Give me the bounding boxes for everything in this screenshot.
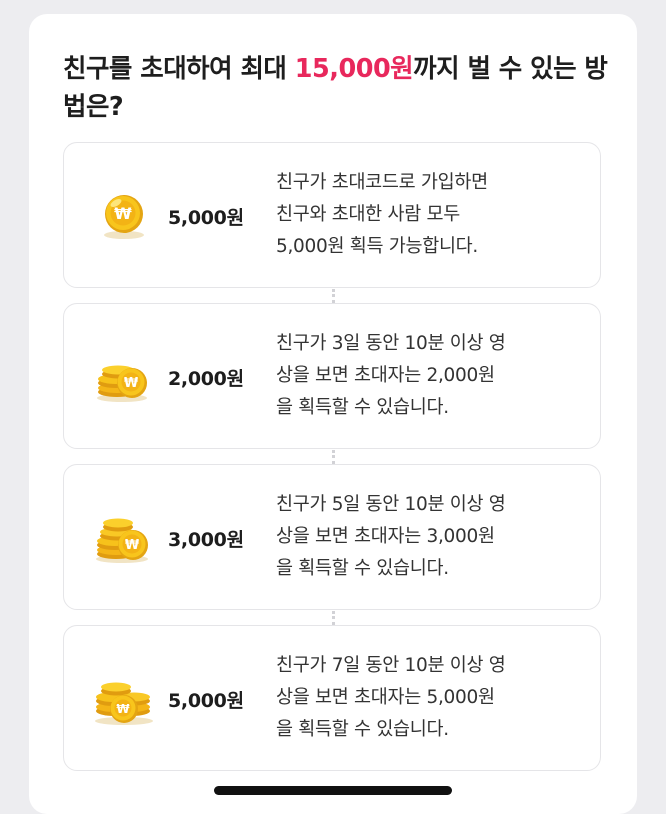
title-prefix: 친구를 초대하여 최대 [63, 54, 295, 84]
step-connector [332, 289, 335, 303]
coin-pile-large-icon: ₩ [95, 682, 153, 725]
svg-text:₩: ₩ [125, 538, 140, 553]
reward-step-card-1: ₩ 5,000원 친구가 초대코드로 가입하면 친구와 초대한 사람 모두 5,… [63, 142, 601, 288]
reward-amount: 2,000원 [168, 368, 244, 390]
svg-text:₩: ₩ [114, 204, 132, 223]
reward-amount: 3,000원 [168, 529, 244, 551]
reward-description: 친구가 초대코드로 가입하면 친구와 초대한 사람 모두 5,000원 획득 가… [276, 172, 488, 257]
svg-text:₩: ₩ [124, 376, 139, 391]
reward-step-card-2: ₩ 2,000원 친구가 3일 동안 10분 이상 영 상을 보면 초대자는 2… [63, 303, 601, 449]
page-title: 친구를 초대하여 최대 15,000원까지 벌 수 있는 방법은? [63, 50, 608, 126]
single-coin-icon: ₩ [104, 195, 144, 239]
invite-reward-panel: 친구를 초대하여 최대 15,000원까지 벌 수 있는 방법은? ₩ 5,00… [29, 14, 637, 814]
step-connector [332, 611, 335, 625]
step-connector [332, 450, 335, 464]
reward-description: 친구가 7일 동안 10분 이상 영 상을 보면 초대자는 5,000원 을 획… [276, 655, 506, 740]
reward-step-card-3: ₩ 3,000원 친구가 5일 동안 10분 이상 영 상을 보면 초대자는 3… [63, 464, 601, 610]
reward-step-card-4: ₩ 5,000원 친구가 7일 동안 10분 이상 영 상을 보면 초대자는 5… [63, 625, 601, 771]
reward-description: 친구가 5일 동안 10분 이상 영 상을 보면 초대자는 3,000원 을 획… [276, 494, 506, 579]
coin-stack-medium-icon: ₩ [96, 518, 148, 563]
reward-amount: 5,000원 [168, 207, 244, 229]
reward-amount: 5,000원 [168, 690, 244, 712]
svg-text:₩: ₩ [116, 702, 130, 716]
coin-stack-small-icon: ₩ [97, 365, 147, 402]
home-indicator[interactable] [214, 786, 452, 795]
max-reward-highlight: 15,000원 [294, 54, 414, 84]
reward-description: 친구가 3일 동안 10분 이상 영 상을 보면 초대자는 2,000원 을 획… [276, 333, 506, 418]
